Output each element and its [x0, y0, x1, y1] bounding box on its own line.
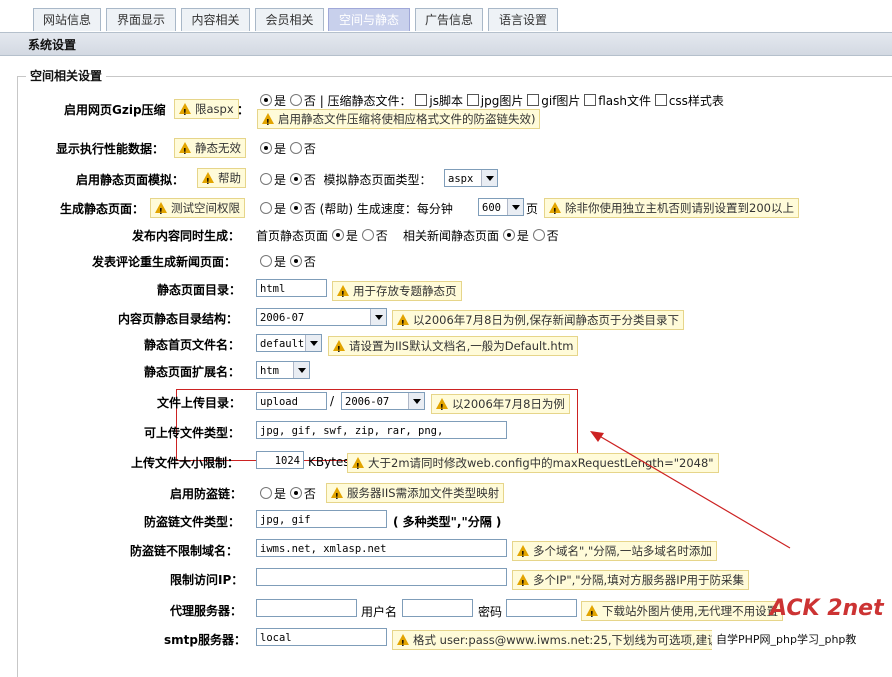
watermark-caption: 自学PHP网_php学习_php教	[712, 630, 861, 650]
watermark-logo: ACK 2net	[770, 596, 884, 621]
annotation-arrow	[590, 431, 791, 549]
